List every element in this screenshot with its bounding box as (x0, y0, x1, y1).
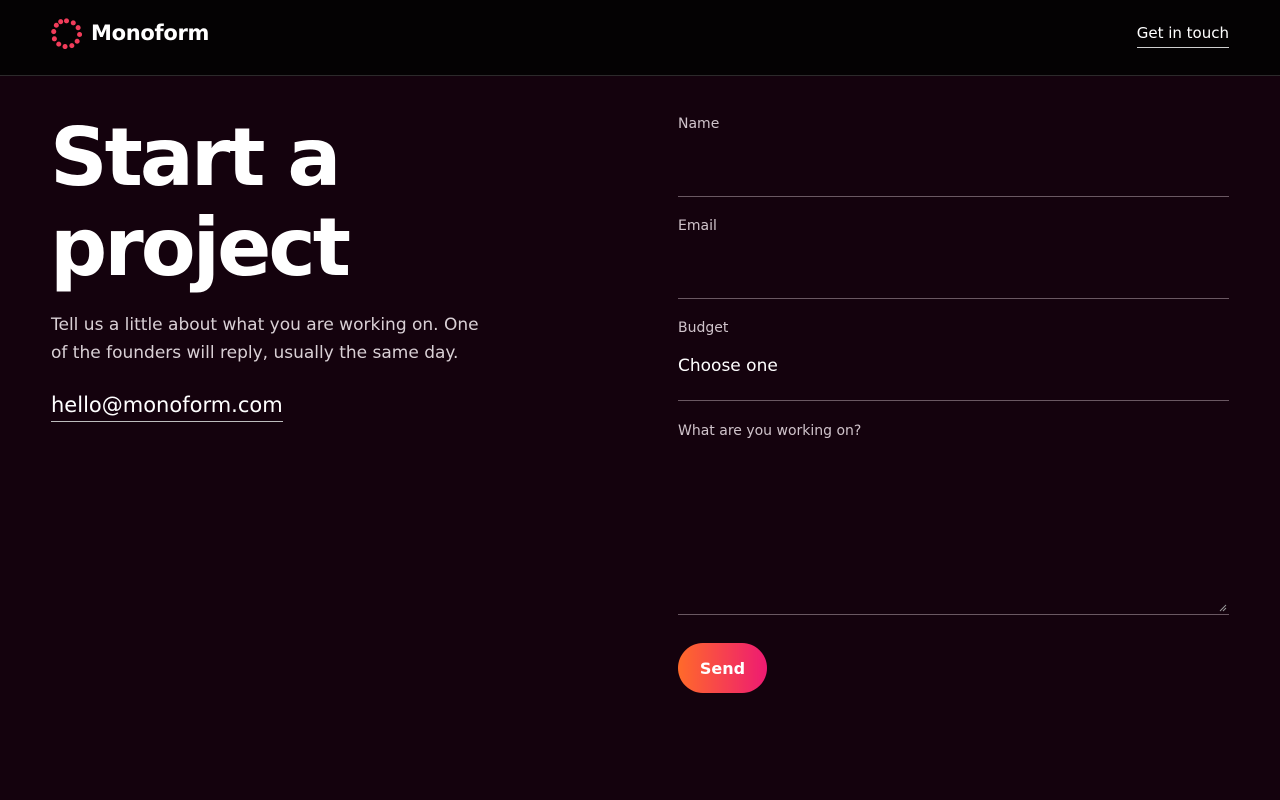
intro-text: Tell us a little about what you are work… (51, 315, 479, 363)
message-label: What are you working on? (678, 423, 862, 439)
get-in-touch-link[interactable]: Get in touch (1136, 24, 1229, 48)
send-button[interactable]: Send (678, 643, 767, 693)
brand[interactable]: Monoform (51, 17, 209, 49)
message-textarea[interactable] (678, 439, 1229, 609)
page-title-line-1: Start a (50, 111, 341, 204)
budget-label: Budget (678, 320, 729, 336)
name-field: Name (678, 110, 1229, 197)
contact-form: Name Email Budget Choose one What are yo… (678, 110, 1229, 615)
email-field: Email (678, 197, 1229, 299)
name-label: Name (678, 116, 720, 132)
email-label: Email (678, 218, 717, 234)
contact-email-link[interactable]: hello@monoform.com (51, 393, 283, 422)
resize-grip-icon[interactable] (1219, 604, 1227, 612)
ring-of-dots-logo-icon (51, 17, 82, 49)
page-title-line-2: project (50, 201, 351, 294)
page-title: Start a project (50, 113, 470, 293)
message-field: What are you working on? (678, 401, 1229, 615)
top-bar: Monoform Get in touch (0, 0, 1280, 76)
name-input[interactable] (678, 132, 1229, 184)
email-input[interactable] (678, 234, 1229, 286)
budget-field: Budget Choose one (678, 299, 1229, 401)
budget-select[interactable]: Choose one (678, 352, 1229, 380)
brand-name: Monoform (91, 21, 210, 45)
